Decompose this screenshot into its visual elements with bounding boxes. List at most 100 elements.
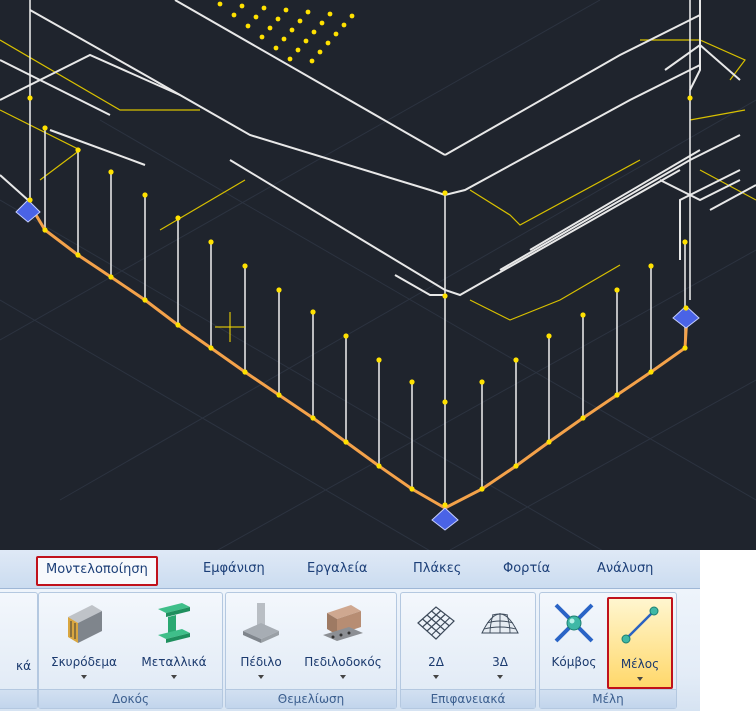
node-point[interactable] [310, 309, 316, 315]
concrete-beam-button[interactable]: Σκυρόδεμα [43, 597, 125, 685]
node-point[interactable] [687, 95, 693, 101]
node-point[interactable] [108, 274, 114, 280]
node-cluster[interactable] [217, 1, 355, 64]
strip-footing-dropdown-arrow[interactable] [340, 675, 346, 679]
tab-view[interactable]: Εμφάνιση [203, 556, 265, 582]
cluster-node[interactable] [275, 16, 281, 22]
node-point[interactable] [683, 305, 689, 311]
tab-analysis[interactable]: Ανάλυση [597, 556, 653, 582]
steel-beam-dropdown-arrow[interactable] [171, 675, 177, 679]
cluster-node[interactable] [273, 45, 279, 51]
node-point[interactable] [479, 379, 485, 385]
cluster-node[interactable] [317, 49, 323, 55]
node-point[interactable] [409, 486, 415, 492]
cluster-node[interactable] [333, 31, 339, 37]
cluster-node[interactable] [261, 5, 267, 11]
node-point[interactable] [42, 227, 48, 233]
node-point[interactable] [442, 502, 448, 508]
cluster-node[interactable] [297, 18, 303, 24]
surface-3d-dropdown-arrow[interactable] [497, 675, 503, 679]
node-point[interactable] [648, 369, 654, 375]
cluster-node[interactable] [267, 25, 273, 31]
tab-loads[interactable]: Φορτία [503, 556, 550, 582]
footing-dropdown-arrow[interactable] [258, 675, 264, 679]
cluster-node[interactable] [231, 12, 237, 18]
footing-button[interactable]: Πέδιλο [230, 597, 292, 685]
node-point[interactable] [409, 379, 415, 385]
nodes[interactable] [27, 95, 693, 508]
node-point[interactable] [546, 333, 552, 339]
selected-beam[interactable] [28, 204, 689, 510]
node-point[interactable] [376, 357, 382, 363]
node-point[interactable] [42, 125, 48, 131]
cluster-node[interactable] [217, 1, 223, 7]
node-point[interactable] [27, 95, 33, 101]
cluster-node[interactable] [259, 34, 265, 40]
node-point[interactable] [75, 252, 81, 258]
strip-footing-button[interactable]: Πεδιλοδοκός [294, 597, 392, 685]
tab-modeling[interactable]: Μοντελοποίηση [36, 556, 158, 586]
cluster-node[interactable] [309, 58, 315, 64]
node-point[interactable] [614, 392, 620, 398]
cluster-node[interactable] [311, 29, 317, 35]
node-point[interactable] [142, 192, 148, 198]
cluster-node[interactable] [295, 47, 301, 53]
node-point[interactable] [479, 486, 485, 492]
cluster-node[interactable] [283, 7, 289, 13]
surface-2d-dropdown-arrow[interactable] [433, 675, 439, 679]
node-point[interactable] [276, 287, 282, 293]
node-point[interactable] [276, 392, 282, 398]
node-point[interactable] [142, 297, 148, 303]
node-point[interactable] [27, 197, 33, 203]
node-point[interactable] [175, 215, 181, 221]
node-point[interactable] [175, 322, 181, 328]
surface-3d-button[interactable]: 3Δ [469, 597, 531, 685]
3d-model-scene[interactable] [0, 0, 756, 550]
concrete-beam-dropdown-arrow[interactable] [81, 675, 87, 679]
node-point[interactable] [442, 293, 448, 299]
node-point[interactable] [242, 369, 248, 375]
cluster-node[interactable] [287, 56, 293, 62]
surface-2d-button[interactable]: 2Δ [405, 597, 467, 685]
node-point[interactable] [580, 415, 586, 421]
node-point[interactable] [682, 345, 688, 351]
tab-slabs[interactable]: Πλάκες [413, 556, 461, 582]
node-point[interactable] [442, 190, 448, 196]
node-point[interactable] [442, 399, 448, 405]
tab-tools[interactable]: Εργαλεία [307, 556, 367, 582]
node-point[interactable] [614, 287, 620, 293]
ribbon-tab-bar: Μοντελοποίηση Εμφάνιση Εργαλεία Πλάκες Φ… [0, 550, 700, 589]
node-point[interactable] [242, 263, 248, 269]
cluster-node[interactable] [281, 36, 287, 42]
node-point[interactable] [648, 263, 654, 269]
member-dropdown-arrow[interactable] [637, 677, 643, 681]
cluster-node[interactable] [239, 3, 245, 9]
node-point[interactable] [682, 239, 688, 245]
node-point[interactable] [208, 345, 214, 351]
cluster-node[interactable] [325, 40, 331, 46]
node-point[interactable] [310, 415, 316, 421]
cluster-node[interactable] [305, 9, 311, 15]
cluster-node[interactable] [341, 22, 347, 28]
node-point[interactable] [208, 239, 214, 245]
node-point[interactable] [580, 312, 586, 318]
node-button[interactable]: Κόμβος [542, 597, 606, 685]
node-point[interactable] [513, 357, 519, 363]
member-button[interactable]: Μέλος [607, 597, 673, 689]
node-point[interactable] [376, 463, 382, 469]
node-point[interactable] [343, 439, 349, 445]
model-viewport[interactable] [0, 0, 756, 550]
cluster-node[interactable] [303, 38, 309, 44]
cluster-node[interactable] [253, 14, 259, 20]
node-point[interactable] [513, 463, 519, 469]
cluster-node[interactable] [319, 20, 325, 26]
node-point[interactable] [343, 333, 349, 339]
node-point[interactable] [108, 169, 114, 175]
cluster-node[interactable] [245, 23, 251, 29]
node-point[interactable] [75, 147, 81, 153]
node-point[interactable] [546, 439, 552, 445]
steel-beam-button[interactable]: Μεταλλικά [131, 597, 217, 685]
cluster-node[interactable] [289, 27, 295, 33]
cluster-node[interactable] [349, 13, 355, 19]
cluster-node[interactable] [327, 11, 333, 17]
